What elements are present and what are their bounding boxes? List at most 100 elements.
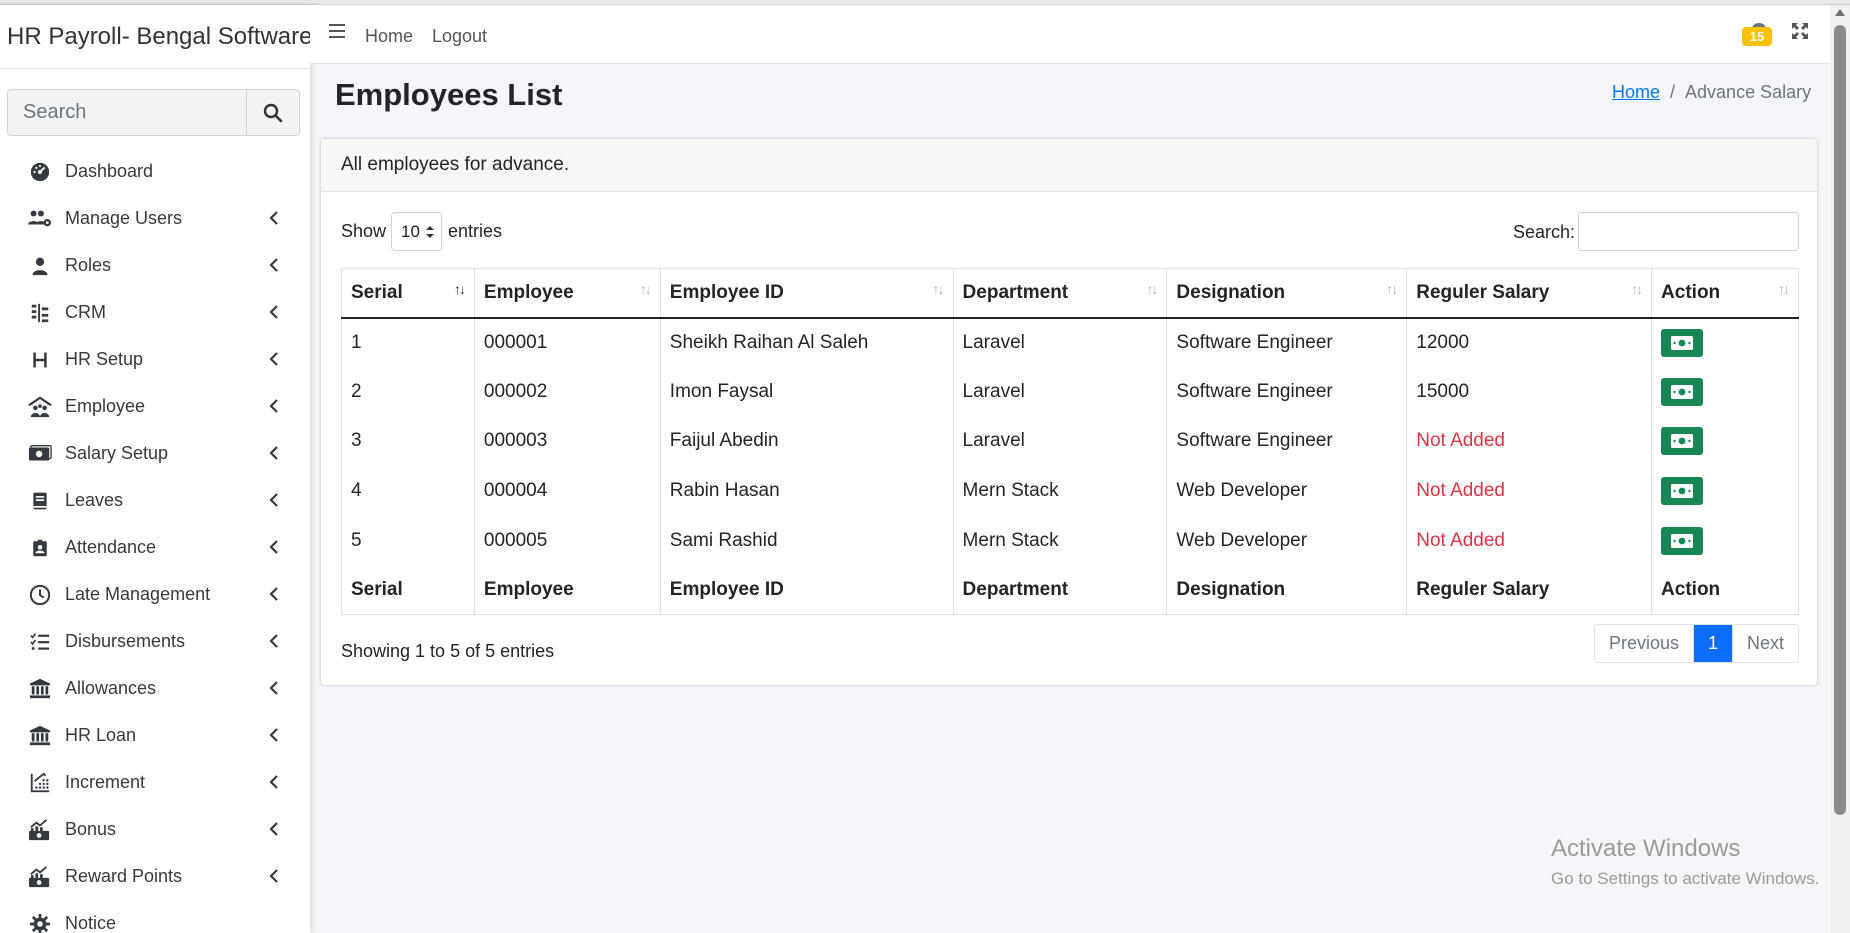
column-header-employee[interactable]: Employee ↑↓ — [473, 268, 661, 319]
sidebar-item-crm[interactable]: CRM — [0, 289, 310, 336]
table-row: 4 000004 Rabin Hasan Mern Stack Web Develope… — [341, 466, 1799, 516]
sidebar-item-salary-setup[interactable]: Salary Setup — [0, 430, 310, 477]
chevron-left-icon[interactable] — [266, 304, 282, 320]
column-footer-serial: Serial — [341, 565, 475, 615]
entries-length-select[interactable]: 10 — [391, 212, 443, 251]
sidebar-item-label: Attendance — [65, 537, 157, 557]
column-header-label: Employee ID — [669, 281, 784, 303]
chevron-left-icon[interactable] — [266, 774, 282, 790]
sort-icon: ↑↓ — [453, 281, 466, 297]
chevron-left-icon[interactable] — [266, 633, 282, 649]
column-header-serial[interactable]: Serial ↑↓ — [341, 268, 475, 319]
column-header-reguler-salary[interactable]: Reguler Salary ↑↓ — [1406, 268, 1653, 319]
chevron-left-icon[interactable] — [266, 257, 282, 273]
fullscreen-icon[interactable] — [1790, 21, 1810, 41]
advance-salary-button[interactable] — [1661, 377, 1704, 406]
sidebar-item-label: Employee — [65, 396, 146, 416]
chevron-left-icon[interactable] — [266, 398, 282, 414]
sidebar-item-notice[interactable]: Notice — [0, 900, 310, 933]
pagination-page-current[interactable]: 1 — [1693, 625, 1733, 662]
table-header-row: Serial ↑↓ Employee ↑↓ Employee ID ↑↓ Departmen… — [341, 268, 1799, 319]
advance-salary-button[interactable] — [1661, 526, 1704, 555]
entries-length-value: 10 — [401, 221, 420, 241]
sort-icon: ↑↓ — [932, 281, 945, 297]
sort-icon: ↑↓ — [1778, 281, 1790, 297]
cell-employee: 000001 — [473, 317, 661, 368]
cell-employee-id: Imon Faysal — [659, 367, 954, 417]
sidebar-item-attendance[interactable]: Attendance — [0, 524, 310, 571]
chevron-left-icon[interactable] — [266, 492, 282, 508]
bank-icon — [26, 722, 54, 750]
cell-department: Laravel — [952, 317, 1168, 368]
sidebar-item-bonus[interactable]: Bonus — [0, 806, 310, 853]
sidebar-search-input[interactable]: Search — [8, 90, 246, 135]
column-header-department[interactable]: Department ↑↓ — [952, 268, 1168, 319]
cell-department: Laravel — [952, 367, 1168, 417]
sidebar-item-allowances[interactable]: Allowances — [0, 665, 310, 712]
sidebar-item-label: HR Loan — [65, 725, 137, 745]
list-check-icon — [26, 628, 54, 656]
pagination-previous[interactable]: Previous — [1595, 625, 1694, 662]
chevron-left-icon[interactable] — [266, 727, 282, 743]
sidebar-item-leaves[interactable]: Leaves — [0, 477, 310, 524]
scroll-thumb[interactable] — [1834, 25, 1846, 815]
column-header-label: Serial — [351, 281, 403, 303]
column-footer-employee: Employee — [473, 565, 661, 615]
sidebar-item-roles[interactable]: Roles — [0, 242, 310, 289]
cell-employee-id: Faijul Abedin — [659, 416, 954, 467]
sidebar-search-button[interactable] — [246, 90, 299, 135]
chevron-left-icon[interactable] — [266, 680, 282, 696]
sidebar-item-dashboard[interactable]: Dashboard — [0, 148, 310, 195]
sidebar-item-label: Bonus — [65, 819, 117, 839]
sidebar-item-manage-users[interactable]: Manage Users — [0, 195, 310, 242]
sidebar-item-label: Reward Points — [65, 866, 183, 886]
page-scrollbar[interactable] — [1830, 5, 1850, 933]
column-header-designation[interactable]: Designation ↑↓ — [1166, 268, 1408, 319]
table-search-input[interactable] — [1578, 212, 1799, 251]
show-entries-control: Show 10 entries — [341, 212, 502, 251]
advance-salary-button[interactable] — [1661, 328, 1704, 357]
show-label: Show — [341, 221, 387, 241]
chevron-left-icon[interactable] — [266, 586, 282, 602]
chevron-left-icon[interactable] — [266, 868, 282, 884]
column-header-label: Designation — [1176, 281, 1286, 303]
chevron-left-icon[interactable] — [266, 210, 282, 226]
column-footer-department: Department — [952, 565, 1168, 615]
sidebar-item-increment[interactable]: Increment — [0, 759, 310, 806]
pagination-next[interactable]: Next — [1732, 625, 1799, 662]
sidebar-item-late-management[interactable]: Late Management — [0, 571, 310, 618]
brand-title[interactable]: HR Payroll- Bengal Software — [0, 5, 310, 69]
column-header-employee-id[interactable]: Employee ID ↑↓ — [659, 268, 954, 319]
chevron-left-icon[interactable] — [266, 445, 282, 461]
dashboard-icon — [26, 158, 54, 186]
scroll-up-arrow[interactable] — [1835, 9, 1845, 16]
sidebar-item-employee[interactable]: Employee — [0, 383, 310, 430]
chevron-left-icon[interactable] — [266, 539, 282, 555]
users-icon — [26, 205, 54, 233]
sidebar-item-hr-loan[interactable]: HR Loan — [0, 712, 310, 759]
cash-chart-icon — [26, 816, 54, 844]
chevron-left-icon[interactable] — [266, 351, 282, 367]
sidebar-item-label: Increment — [65, 772, 146, 792]
entries-label: entries — [448, 221, 503, 241]
sidebar-item-disbursements[interactable]: Disbursements — [0, 618, 310, 665]
breadcrumb-current: Advance Salary — [1685, 82, 1812, 102]
nav-logout-link[interactable]: Logout — [432, 26, 487, 47]
nav-home-link[interactable]: Home — [365, 26, 413, 47]
sidebar-item-reward-points[interactable]: Reward Points — [0, 853, 310, 900]
breadcrumb-home-link[interactable]: Home — [1612, 82, 1660, 102]
sidebar-item-hr-setup[interactable]: HR Setup — [0, 336, 310, 383]
column-header-action[interactable]: Action ↑↓ — [1651, 268, 1799, 319]
menu-toggle-icon[interactable] — [328, 22, 348, 40]
cell-serial: 1 — [341, 317, 475, 368]
advance-salary-button[interactable] — [1661, 477, 1704, 506]
breadcrumb-separator: / — [1670, 82, 1676, 102]
h-icon — [26, 346, 54, 374]
cell-employee-id: Sheikh Raihan Al Saleh — [659, 317, 954, 368]
cell-serial: 3 — [341, 416, 475, 467]
sidebar-item-label: Disbursements — [65, 631, 186, 651]
advance-salary-button[interactable] — [1661, 427, 1704, 456]
table-row: 2 000002 Imon Faysal Laravel Software Engine… — [341, 367, 1799, 417]
cell-employee-id: Rabin Hasan — [659, 466, 954, 516]
chevron-left-icon[interactable] — [266, 821, 282, 837]
